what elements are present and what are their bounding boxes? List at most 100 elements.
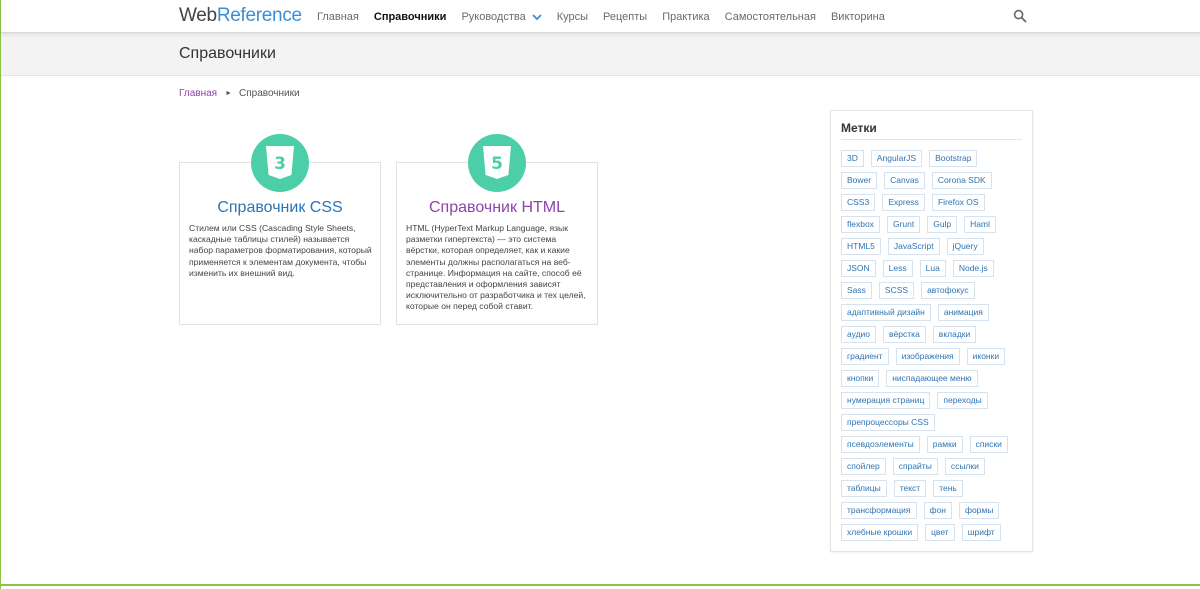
tag-link[interactable]: переходы [937, 392, 988, 409]
tag-link[interactable]: таблицы [841, 480, 887, 497]
tag-link[interactable]: Lua [919, 260, 946, 277]
tag-row: Sass SCSS автофокус [841, 282, 1029, 304]
tag-link[interactable]: Express [882, 194, 925, 211]
tag-row: кнопки ниспадающее меню [841, 370, 1029, 392]
breadcrumb-home-link[interactable]: Главная [179, 88, 217, 99]
tag-link[interactable]: вёрстка [883, 326, 926, 343]
tag-link[interactable]: ссылки [944, 458, 985, 475]
tag-link[interactable]: CSS3 [841, 194, 876, 211]
tag-link[interactable]: тень [933, 480, 963, 497]
tag-cloud: 3D AngularJS Bootstrap Bower Canvas Corona SD… [841, 150, 1029, 546]
tag-link[interactable]: JSON [841, 260, 876, 277]
tag-link[interactable]: цвет [925, 524, 955, 541]
tag-link[interactable]: вкладки [932, 326, 977, 343]
tag-link[interactable]: Gulp [927, 216, 958, 233]
tag-link[interactable]: Firefox OS [931, 194, 985, 211]
tag-link[interactable]: иконки [966, 348, 1006, 365]
tag-link[interactable]: HTML5 [841, 238, 881, 255]
tag-link[interactable]: градиент [841, 348, 889, 365]
card-title-css[interactable]: Справочник CSS [180, 199, 380, 217]
tag-link[interactable]: псевдоэлементы [841, 436, 920, 453]
tag-link[interactable]: аудио [841, 326, 877, 343]
tag-link[interactable]: кнопки [841, 370, 880, 387]
tag-row: спойлер спрайты ссылки [841, 458, 1029, 480]
tag-link[interactable]: 3D [841, 150, 864, 167]
chevron-down-icon[interactable] [532, 13, 542, 21]
tag-link[interactable]: нумерация страниц [841, 392, 931, 409]
site-logo[interactable]: WebReference [179, 4, 302, 28]
tag-row: аудио вёрстка вкладки [841, 326, 1029, 348]
nav-item[interactable]: Викторина [831, 11, 885, 23]
nav-item[interactable]: Самостоятельная [725, 11, 816, 23]
tag-link[interactable]: Less [882, 260, 913, 277]
tags-sidebar: Метки 3D AngularJS Bootstrap Bower Canvas Cor… [830, 110, 1033, 552]
tag-link[interactable]: спрайты [892, 458, 938, 475]
tag-link[interactable]: текст [893, 480, 927, 497]
tag-row: HTML5 JavaScript jQuery [841, 238, 1029, 260]
tag-link[interactable]: формы [958, 502, 1000, 519]
page-title-bar: Справочники [1, 33, 1200, 76]
tag-link[interactable]: SCSS [878, 282, 915, 299]
nav-item-label: Рецепты [603, 10, 648, 23]
tag-link[interactable]: Corona SDK [931, 172, 992, 189]
tag-link[interactable]: Haml [964, 216, 997, 233]
nav-item-label: Руководства [461, 10, 526, 23]
nav-item[interactable]: Рецепты [603, 11, 647, 23]
tag-row: трансформация фон формы [841, 502, 1029, 524]
tag-link[interactable]: JavaScript [887, 238, 940, 255]
html5-badge: 5 [491, 154, 503, 174]
tag-link[interactable]: рамки [926, 436, 963, 453]
tag-link[interactable]: адаптивный дизайн [841, 304, 931, 321]
tag-link[interactable]: изображения [895, 348, 960, 365]
tag-link[interactable]: препроцессоры CSS [841, 414, 935, 431]
tag-link[interactable]: Bootstrap [929, 150, 978, 167]
tag-link[interactable]: Canvas [884, 172, 925, 189]
breadcrumb-separator: ► [225, 90, 232, 97]
tag-row: препроцессоры CSS [841, 414, 1029, 436]
tag-row: хлебные крошки цвет шрифт [841, 524, 1029, 546]
nav-item-label: Практика [662, 10, 710, 23]
tag-link[interactable]: Grunt [886, 216, 921, 233]
tag-link[interactable]: спойлер [841, 458, 886, 475]
card-title-html[interactable]: Справочник HTML [397, 199, 597, 217]
tag-row: Bower Canvas Corona SDK [841, 172, 1029, 194]
main-nav: Главная Справочники Руководства Курсы Рецепт… [317, 0, 900, 33]
tag-row: адаптивный дизайн анимация [841, 304, 1029, 326]
nav-item[interactable]: Главная [317, 11, 359, 23]
logo-part-web: Web [179, 5, 217, 26]
tag-link[interactable]: анимация [937, 304, 989, 321]
tag-link[interactable]: AngularJS [870, 150, 923, 167]
css3-icon[interactable]: 3 [251, 134, 309, 192]
tag-row: CSS3 Express Firefox OS [841, 194, 1029, 216]
tag-link[interactable]: списки [969, 436, 1008, 453]
tag-link[interactable]: трансформация [841, 502, 917, 519]
sidebar-divider [841, 139, 1022, 140]
nav-item[interactable]: Курсы [557, 11, 588, 23]
tag-link[interactable]: jQuery [946, 238, 984, 255]
card-description-css: Стилем или CSS (Cascading Style Sheets, … [189, 223, 372, 278]
css3-badge: 3 [274, 154, 286, 174]
nav-item[interactable]: Справочники [374, 11, 447, 23]
tag-link[interactable]: ниспадающее меню [886, 370, 978, 387]
search-icon[interactable] [1013, 9, 1027, 23]
tag-link[interactable]: Node.js [952, 260, 994, 277]
tag-row: flexbox Grunt Gulp Haml [841, 216, 1029, 238]
tag-link[interactable]: шрифт [961, 524, 1001, 541]
html5-icon[interactable]: 5 [468, 134, 526, 192]
logo-part-reference: Reference [216, 5, 302, 26]
page-title: Справочники [179, 45, 276, 62]
tag-link[interactable]: автофокус [921, 282, 975, 299]
nav-item[interactable]: Руководства [461, 10, 542, 23]
tag-link[interactable]: flexbox [841, 216, 880, 233]
tag-link[interactable]: Bower [841, 172, 878, 189]
nav-item[interactable]: Практика [662, 11, 709, 23]
breadcrumb-current: Справочники [239, 88, 300, 99]
tag-row: нумерация страниц переходы [841, 392, 1029, 414]
breadcrumb: Главная ► Справочники [179, 88, 300, 99]
nav-item-label: Самостоятельная [724, 10, 816, 23]
tag-link[interactable]: фон [923, 502, 952, 519]
tag-link[interactable]: Sass [841, 282, 872, 299]
bottom-border [1, 584, 1200, 586]
nav-item-label: Главная [317, 10, 359, 23]
tag-link[interactable]: хлебные крошки [841, 524, 919, 541]
